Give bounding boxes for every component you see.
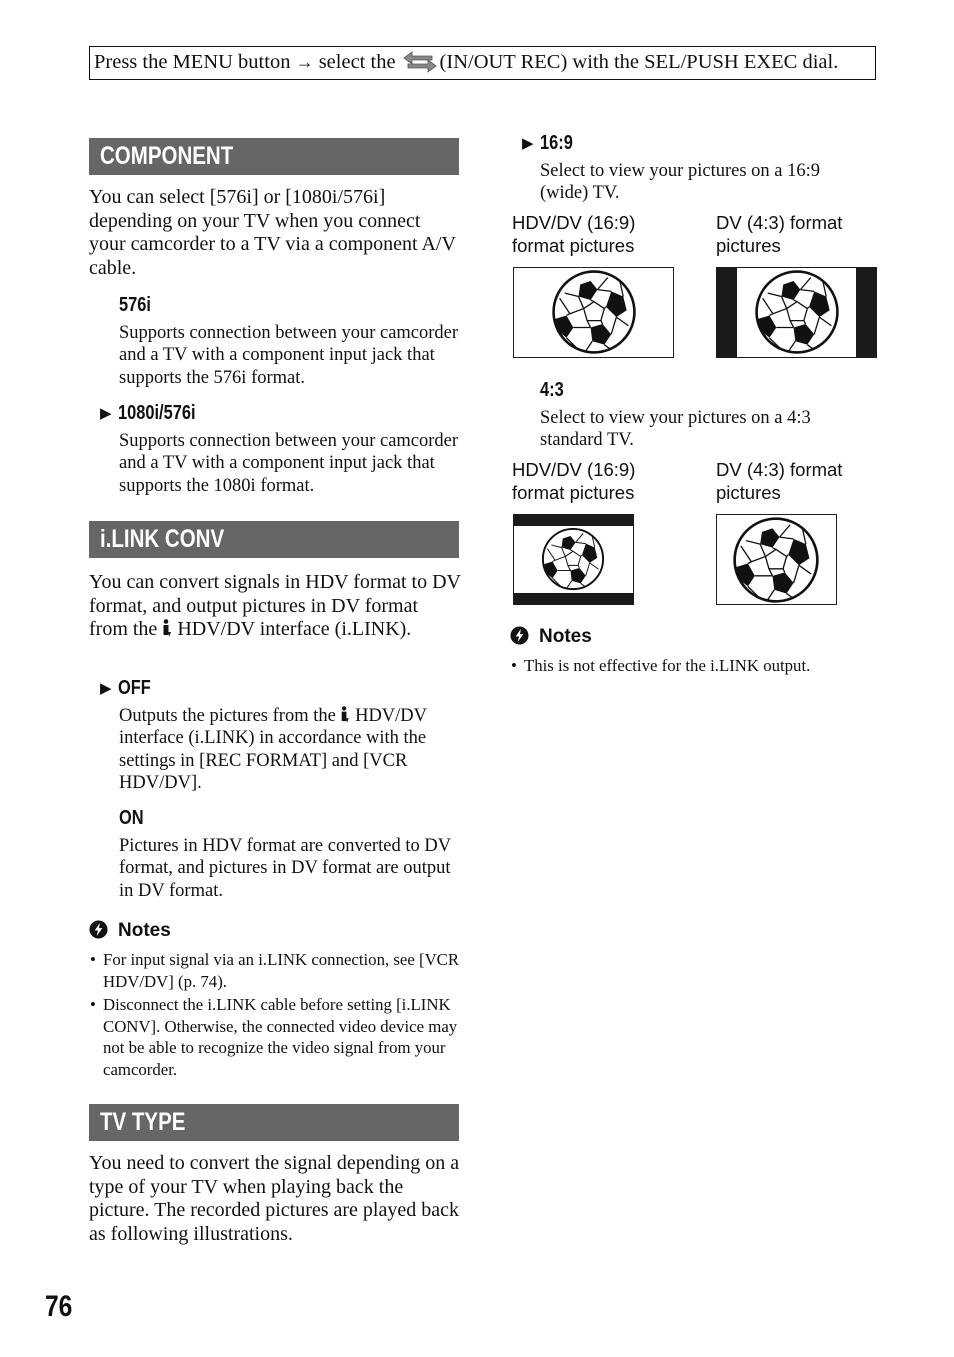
tv-picture-4-3-full [716,514,837,605]
page-number: 76 [45,1289,78,1325]
letterbox-bar-top [514,515,633,526]
menu-instruction-box: Press the MENU button → select the (IN/O… [89,46,876,80]
section-title: COMPONENT [100,142,234,170]
component-intro: You can select [576i] or [1080i/576i] de… [89,186,456,279]
soccer-ball-icon [541,527,605,591]
option-label: ON [119,807,144,829]
option-label: 576i [119,294,151,316]
tv-type-notes: This is not effective for the i.LINK out… [511,655,881,679]
soccer-ball-icon [733,517,819,603]
pillarbox-bar-right [856,268,876,357]
ilink-icon [163,619,172,637]
option-label: OFF [118,677,151,699]
notes-heading: Notes [510,626,592,648]
intro-text: HDV/DV interface (i.LINK). [177,618,412,640]
option-16-9: ▶ 16:9 [522,131,580,156]
notes-title: Notes [539,626,592,647]
ilink-icon [342,706,350,723]
page-number-text: 76 [45,1290,73,1323]
note-item: For input signal via an i.LINK connectio… [90,949,460,992]
letterbox-bar-bottom [514,593,633,604]
notes-warning-icon [510,626,529,645]
section-header-ilink-conv: i.LINK CONV [89,521,459,558]
section-title: TV TYPE [100,1108,186,1136]
ilink-conv-intro: You can convert signals in HDV format to… [89,571,461,642]
figure-caption: DV (4:3) format pictures [716,212,843,256]
in-out-rec-icon [402,51,437,73]
option-4-3-description: Select to view your pictures on a 4:3 st… [540,408,811,451]
instruction-text-1: Press the MENU button [94,51,291,73]
section-title: i.LINK CONV [100,525,225,553]
ilink-conv-notes: For input signal via an i.LINK connectio… [90,949,460,1082]
tv-picture-16-9-pillarbox [716,267,877,358]
option-label: 1080i/576i [118,402,196,424]
figure-caption: HDV/DV (16:9) format pictures [512,212,636,256]
instruction-text-3: (IN/OUT REC) with the SEL/PUSH EXEC dial… [439,51,839,73]
notes-warning-icon [89,920,108,939]
notes-heading: Notes [89,920,171,942]
default-marker-icon: ▶ [100,406,112,422]
figure-caption: DV (4:3) format pictures [716,459,843,503]
option-off: ▶ OFF [100,676,158,701]
soccer-ball-icon [755,270,839,354]
default-marker-icon: ▶ [522,136,534,152]
option-on-description: Pictures in HDV format are converted to … [119,836,451,901]
section-header-tv-type: TV TYPE [89,1104,459,1141]
option-16-9-description: Select to view your pictures on a 16:9 (… [540,161,821,204]
option-label: 16:9 [540,132,573,154]
option-4-3: 4:3 [540,378,569,402]
option-1080i-576i: ▶ 1080i/576i [100,401,213,426]
description-text: Outputs the pictures from the [119,706,336,726]
option-576i-description: Supports connection between your camcord… [119,323,459,388]
tv-picture-16-9-full [513,267,674,358]
note-item: This is not effective for the i.LINK out… [511,655,881,677]
soccer-ball-icon [552,270,636,354]
tv-type-intro: You need to convert the signal depending… [89,1152,460,1245]
default-marker-icon: ▶ [100,681,112,697]
option-label: 4:3 [540,379,564,401]
option-576i: 576i [119,293,158,317]
note-item: Disconnect the i.LINK cable before setti… [90,994,460,1080]
instruction-text-2: select the [318,51,396,73]
pillarbox-bar-left [717,268,737,357]
arrow-right-icon: → [295,52,314,72]
section-header-component: COMPONENT [89,138,459,175]
tv-picture-4-3-letterbox [513,514,634,605]
figure-caption: HDV/DV (16:9) format pictures [512,459,636,503]
option-1080i-576i-description: Supports connection between your camcord… [119,431,459,496]
notes-title: Notes [118,920,171,941]
option-off-description: Outputs the pictures from the HDV/DV int… [119,705,459,794]
option-on: ON [119,806,149,830]
